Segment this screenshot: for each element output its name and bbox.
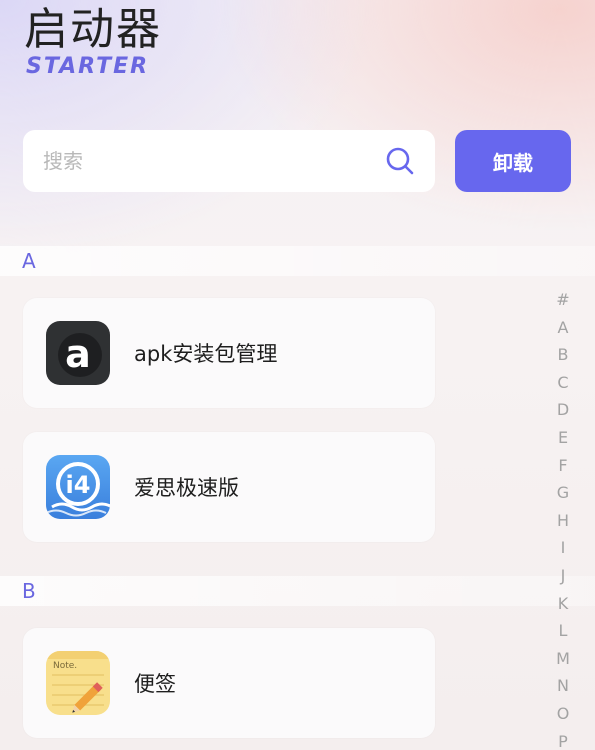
svg-text:a: a <box>65 332 91 376</box>
search-input[interactable] <box>23 130 385 192</box>
app-item-aisi[interactable]: i4 爱思极速版 <box>23 432 435 542</box>
index-letter-b[interactable]: B <box>558 341 569 369</box>
i4-aisi-icon: i4 <box>46 455 110 519</box>
app-item-apk-manager[interactable]: a apk安装包管理 <box>23 298 435 408</box>
page-title: 启动器 <box>24 4 162 55</box>
section-letter: B <box>22 579 36 603</box>
index-letter-d[interactable]: D <box>557 396 569 424</box>
index-letter-i[interactable]: I <box>561 534 566 562</box>
index-letter-p[interactable]: P <box>558 728 568 750</box>
index-letter-m[interactable]: M <box>556 645 570 673</box>
apk-installer-icon: a <box>46 321 110 385</box>
app-name: apk安装包管理 <box>134 342 278 366</box>
uninstall-button[interactable]: 卸载 <box>455 130 571 192</box>
search-box[interactable] <box>23 130 435 192</box>
index-letter-n[interactable]: N <box>557 672 569 700</box>
section-letter: A <box>22 249 36 273</box>
index-letter-a[interactable]: A <box>558 314 569 342</box>
section-header-b: B <box>0 576 595 606</box>
index-letter-h[interactable]: H <box>557 507 569 535</box>
note-pencil-icon: Note. <box>46 651 110 715</box>
svg-text:Note.: Note. <box>53 661 77 671</box>
svg-text:i4: i4 <box>66 471 91 499</box>
app-name: 爱思极速版 <box>134 476 239 500</box>
index-letter-e[interactable]: E <box>558 424 568 452</box>
alphabet-index[interactable]: # A B C D E F G H I J K L M N O P <box>548 286 578 750</box>
index-letter-o[interactable]: O <box>557 700 570 728</box>
index-letter-k[interactable]: K <box>558 590 569 618</box>
index-letter-l[interactable]: L <box>559 617 568 645</box>
app-item-notes[interactable]: Note. 便签 <box>23 628 435 738</box>
page-subtitle: STARTER <box>26 54 150 79</box>
index-letter-f[interactable]: F <box>558 452 567 480</box>
index-letter-c[interactable]: C <box>557 369 568 397</box>
index-letter-hash[interactable]: # <box>556 286 569 314</box>
search-icon[interactable] <box>385 146 415 176</box>
section-header-a: A <box>0 246 595 276</box>
index-letter-j[interactable]: J <box>561 562 566 590</box>
index-letter-g[interactable]: G <box>557 479 569 507</box>
app-name: 便签 <box>134 672 176 696</box>
